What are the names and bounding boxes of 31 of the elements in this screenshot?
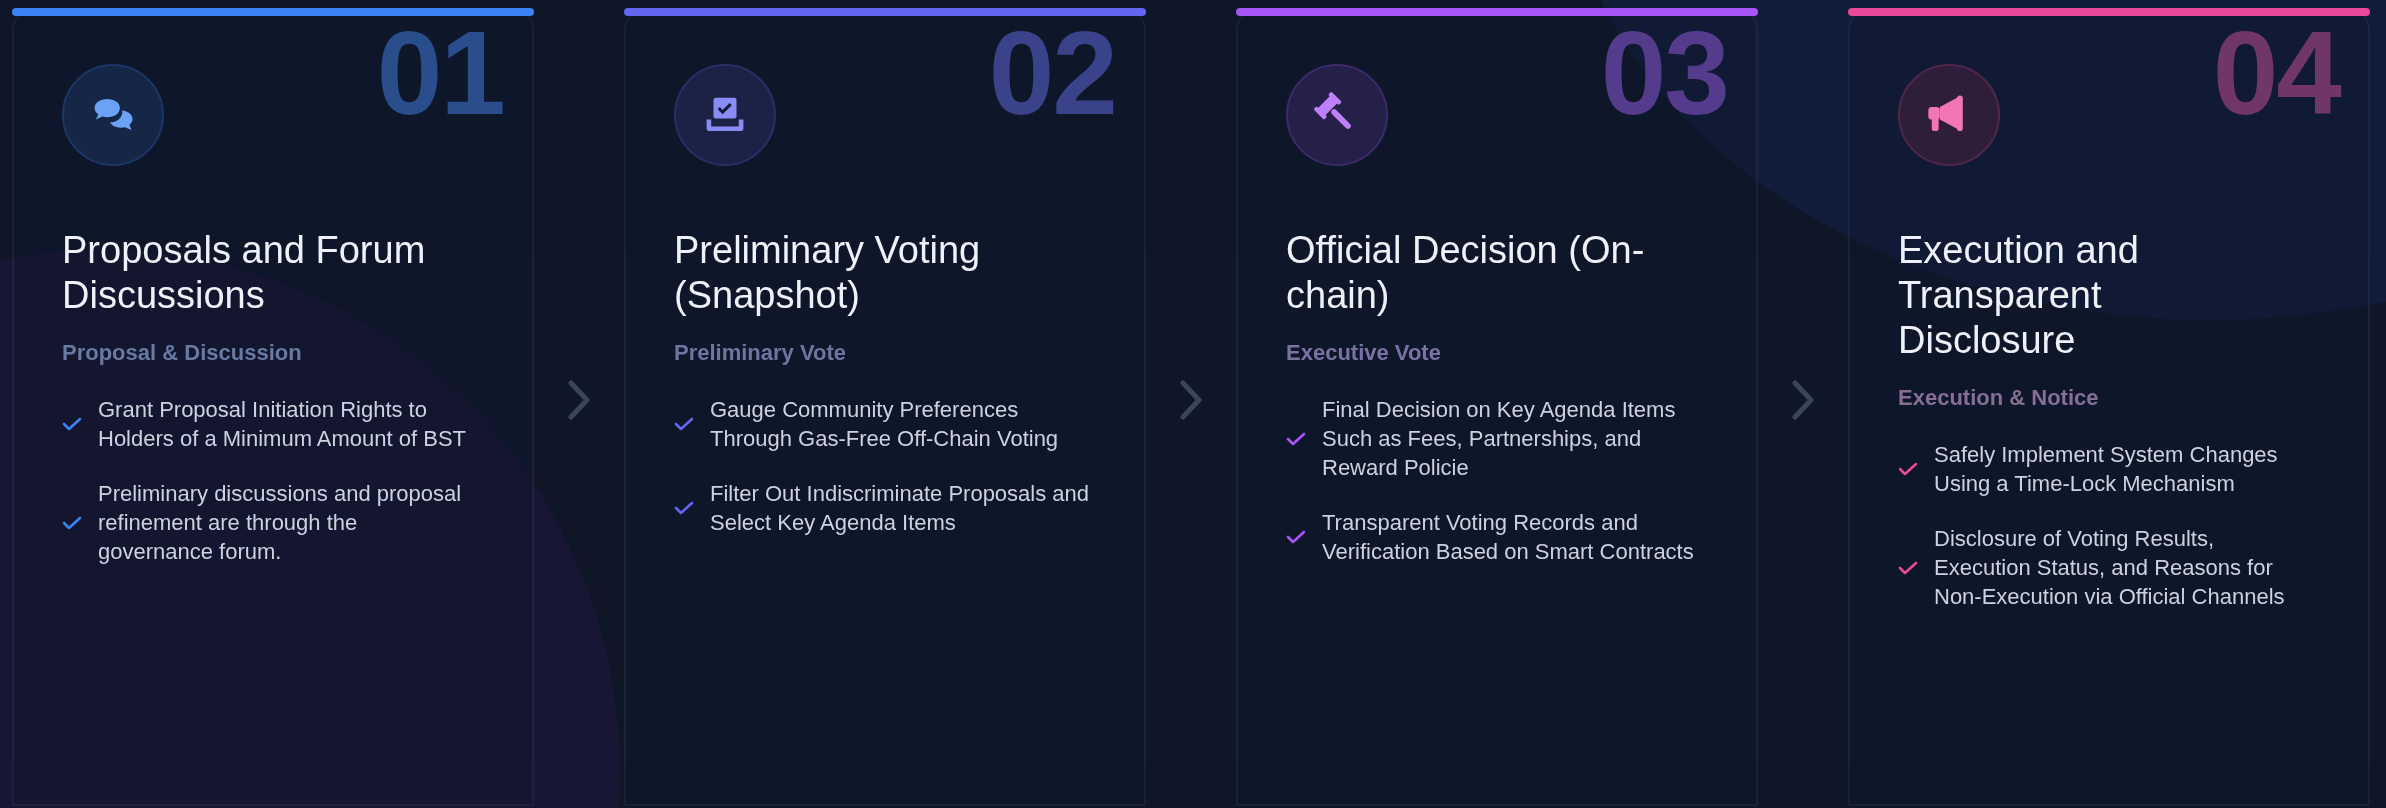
chevron-right-icon <box>568 380 590 420</box>
step-number: 04 <box>2212 14 2340 132</box>
step-number: 03 <box>1600 14 1728 132</box>
step-title: Execution and Transparent Disclosure <box>1898 228 2140 363</box>
check-icon <box>674 416 694 432</box>
point-text: Disclosure of Voting Results, Execution Status, and Reasons for Non-Execution via Official Channels <box>1934 525 2286 611</box>
step-title: Official Decision (On-chain) <box>1286 228 1646 318</box>
point-text: Filter Out Indiscriminate Proposals and Select Key Agenda Items <box>710 480 1090 537</box>
step-number: 01 <box>376 14 504 132</box>
check-icon <box>1286 529 1306 545</box>
check-icon <box>1898 461 1918 477</box>
step-subtitle: Proposal & Discussion <box>62 339 303 367</box>
step-subtitle: Preliminary Vote <box>674 339 847 367</box>
check-icon <box>1898 559 1918 576</box>
point-text: Transparent Voting Records and Verification Based on Smart Contracts <box>1322 509 1695 566</box>
point-text: Gauge Community Preferences Through Gas-Free Off-Chain Voting <box>710 396 1060 453</box>
point-text: Grant Proposal Initiation Rights to Holders of a Minimum Amount of BST <box>98 396 468 453</box>
check-icon <box>62 514 82 531</box>
chevron-right-icon <box>1180 380 1202 420</box>
check-icon <box>62 416 82 432</box>
chevron-right-icon <box>1792 380 1814 420</box>
point-text: Final Decision on Key Agenda Items Such as Fees, Partnerships, and Reward Policie <box>1322 396 1677 482</box>
step-number: 02 <box>988 14 1116 132</box>
check-icon <box>1286 430 1306 447</box>
step-title: Preliminary Voting (Snapshot) <box>674 228 982 318</box>
point-text: Preliminary discussions and proposal refinement are through the governance forum. <box>98 480 463 566</box>
check-icon <box>674 500 694 516</box>
step-subtitle: Execution & Notice <box>1898 384 2100 412</box>
step-subtitle: Executive Vote <box>1286 339 1442 367</box>
point-text: Safely Implement System Changes Using a Time-Lock Mechanism <box>1934 441 2279 498</box>
step-title: Proposals and Forum Discussions <box>62 228 427 318</box>
